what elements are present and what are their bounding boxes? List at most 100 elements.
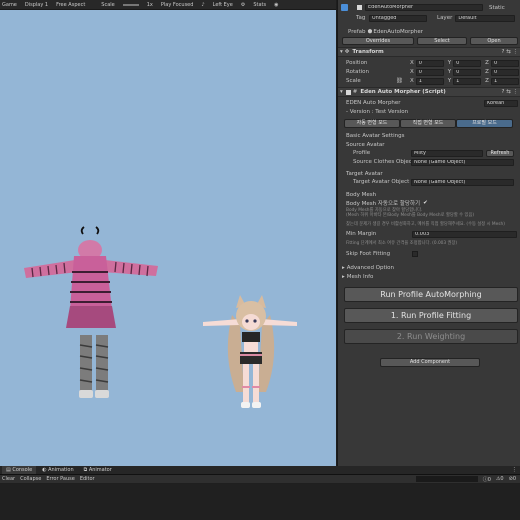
error-pause-button[interactable]: Error Pause (46, 476, 74, 482)
inspector-panel: EdenAutoMorpher Static Tag Untagged Laye… (337, 0, 520, 466)
position-y[interactable]: 0 (453, 59, 482, 67)
profile-dropdown[interactable]: Milty (411, 149, 483, 157)
script-foldout-icon[interactable]: ▾ (340, 89, 343, 95)
aspect-dropdown[interactable]: Free Aspect (56, 2, 85, 8)
mesh-info-foldout[interactable]: Mesh Info (347, 274, 374, 280)
game-view-toolbar: Game Display 1 Free Aspect Scale 1x Play… (0, 0, 336, 10)
gear-icon[interactable]: ⚙ (241, 2, 245, 8)
warning-count[interactable]: ⚠0 (496, 476, 504, 482)
min-margin-help: Fitting 단계에서 최소 여유 간격을 조정합니다. (0.003 권장) (346, 241, 458, 246)
transform-menu-icon[interactable]: ? ⇆ ⋮ (501, 49, 518, 55)
body-mesh-help-2: (Mesh 하위 아바타 본/Body Mesh를 Body Mesh로 할당할… (346, 213, 475, 218)
tab-animation[interactable]: ◐ Animation (38, 466, 77, 474)
target-avatar-heading: Target Avatar (346, 171, 383, 177)
body-mesh-heading: Body Mesh (346, 192, 377, 198)
tag-label: Tag (356, 15, 366, 21)
scale-z[interactable]: 1 (490, 77, 519, 85)
overrides-dropdown[interactable]: Overrides (342, 37, 414, 45)
rotation-z[interactable]: 0 (490, 68, 519, 76)
body-mesh-help-3: 찾는데 문제가 생길 경우 비활성화하고, 메쉬를 직접 할당해주세요. (수동… (346, 222, 505, 227)
tab-auto-mode[interactable]: 자동 변형 모드 (344, 119, 400, 128)
console-search-input[interactable] (415, 476, 478, 482)
play-mode-dropdown[interactable]: Play Focused (161, 2, 194, 8)
tool-name: EDEN Auto Morpher (346, 100, 401, 106)
mesh-info-foldout-icon[interactable]: ▸ (342, 274, 345, 280)
source-clothes-field[interactable]: None (Game Object) (411, 158, 514, 166)
min-margin-field[interactable]: 0.003 (412, 230, 517, 238)
select-button[interactable]: Select (417, 37, 467, 45)
position-x[interactable]: 0 (415, 59, 444, 67)
script-menu-icon[interactable]: ? ⇆ ⋮ (501, 89, 518, 95)
script-checkbox[interactable] (345, 89, 351, 95)
layer-dropdown[interactable]: Default (455, 14, 516, 22)
position-label: Position (346, 60, 368, 66)
display-dropdown[interactable]: Display 1 (25, 2, 48, 8)
transform-title: Transform (352, 49, 384, 55)
gizmos-icon[interactable]: ◉ (274, 2, 278, 8)
object-name-field[interactable]: EdenAutoMorpher (365, 4, 483, 11)
console-tab-bar: ▤ Console ◐ Animation ⧉ Animator ⋮ (0, 466, 520, 475)
profile-label: Profile (353, 150, 371, 156)
script-icon: # (352, 89, 358, 95)
clothing-model (24, 226, 158, 398)
rotation-y[interactable]: 0 (453, 68, 482, 76)
error-count[interactable]: ⊘0 (509, 476, 516, 482)
body-mesh-auto-label: Body Mesh 자동으로 할당하기 (346, 201, 421, 207)
static-toggle[interactable]: Static (489, 5, 505, 11)
skip-foot-checkbox[interactable] (412, 251, 418, 257)
active-checkbox[interactable] (357, 5, 362, 10)
version-text: - Version : Test Version (346, 109, 409, 115)
scale-value: 1x (146, 1, 153, 8)
scale-slider[interactable] (122, 3, 139, 6)
console-menu-icon[interactable]: ⋮ (512, 467, 518, 473)
transform-foldout-icon[interactable]: ▾ (340, 49, 343, 55)
tab-animator[interactable]: ⧉ Animator (80, 466, 116, 474)
console-panel: ▤ Console ◐ Animation ⧉ Animator ⋮ Clear… (0, 466, 520, 520)
run-profile-automorphing-button[interactable]: Run Profile AutoMorphing (344, 287, 518, 302)
editor-dropdown[interactable]: Editor (80, 476, 95, 482)
stats-button[interactable]: Stats (253, 2, 266, 8)
language-dropdown[interactable]: Korean (484, 99, 518, 107)
gameobject-icon (341, 4, 348, 11)
min-margin-label: Min Margin (346, 231, 377, 237)
clear-button[interactable]: Clear (2, 476, 15, 482)
advanced-foldout-icon[interactable]: ▸ (342, 265, 345, 271)
advanced-option-foldout[interactable]: Advanced Option (347, 265, 394, 271)
body-mesh-auto-checkbox[interactable]: ✔ (423, 200, 428, 206)
layer-label: Layer (437, 15, 453, 21)
run-profile-fitting-button[interactable]: 1. Run Profile Fitting (344, 308, 518, 323)
prefab-icon: ⬢ (367, 29, 373, 35)
tab-manual-mode[interactable]: 직접 변형 모드 (400, 119, 456, 128)
scale-label: Scale (346, 78, 361, 84)
scale-x[interactable]: 1 (415, 77, 444, 85)
tag-dropdown[interactable]: Untagged (369, 14, 427, 22)
scale-link-icon[interactable]: ⛓ (396, 78, 403, 84)
collapse-button[interactable]: Collapse (20, 476, 41, 482)
rotation-x[interactable]: 0 (415, 68, 444, 76)
source-avatar-heading: Source Avatar (346, 142, 385, 148)
avatar-model (203, 295, 297, 408)
eye-dropdown[interactable]: Left Eye (213, 2, 233, 8)
add-component-button[interactable]: Add Component (380, 358, 480, 367)
scale-y[interactable]: 1 (453, 77, 482, 85)
open-button[interactable]: Open (470, 37, 518, 45)
game-view[interactable] (0, 10, 336, 466)
skip-foot-label: Skip Foot Fitting (346, 251, 391, 257)
source-clothes-label: Source Clothes Object (353, 159, 414, 165)
log-count[interactable]: ⓘ0 (483, 476, 491, 483)
game-tab[interactable]: Game (2, 2, 17, 8)
target-avatar-field[interactable]: None (Game Object) (411, 178, 514, 186)
basic-settings-heading: Basic Avatar Settings (346, 133, 405, 139)
scale-label: Scale (101, 1, 115, 8)
position-z[interactable]: 0 (490, 59, 519, 67)
prefab-name[interactable]: EdenAutoMorpher (373, 29, 423, 35)
script-title: Eden Auto Morpher (Script) (360, 89, 446, 95)
tab-profile-mode[interactable]: 프로필 모드 (456, 119, 513, 128)
run-weighting-button[interactable]: 2. Run Weighting (344, 329, 518, 344)
console-toolbar: Clear Collapse Error Pause Editor ⓘ0 ⚠0 … (0, 475, 520, 483)
mute-icon[interactable]: ♪ (201, 2, 204, 8)
prefab-label: Prefab (348, 29, 366, 35)
tab-console[interactable]: ▤ Console (2, 466, 37, 474)
refresh-button[interactable]: Refresh (486, 149, 514, 157)
console-log-area[interactable] (0, 484, 520, 520)
